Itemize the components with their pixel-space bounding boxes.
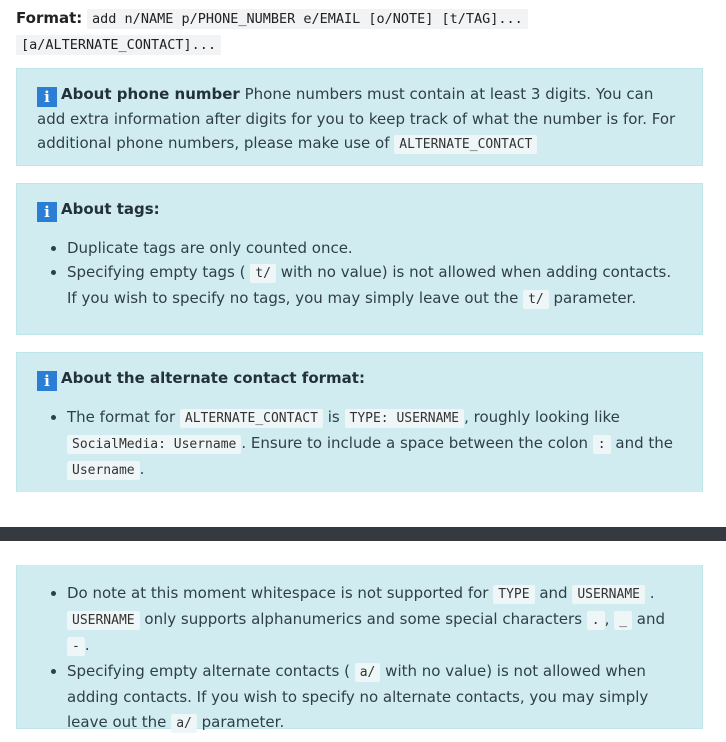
info-icon: i bbox=[37, 87, 57, 107]
command-format: Format: add n/NAME p/PHONE_NUMBER e/EMAI… bbox=[16, 6, 716, 58]
list-item: Duplicate tags are only counted once. bbox=[67, 236, 682, 260]
list-item: Specifying empty alternate contacts ( a/… bbox=[67, 659, 682, 736]
format-code-line1: add n/NAME p/PHONE_NUMBER e/EMAIL [o/NOT… bbox=[87, 9, 528, 29]
phone-info-code: ALTERNATE_CONTACT bbox=[394, 135, 538, 154]
tags-info-box: iAbout tags: Duplicate tags are only cou… bbox=[16, 183, 703, 335]
phone-info-title: About phone number bbox=[61, 85, 240, 103]
alt-contact-info-list-continued: Do note at this moment whitespace is not… bbox=[37, 581, 682, 736]
phone-info-box: i About phone number Phone numbers must c… bbox=[16, 68, 703, 166]
alt-contact-info-box: iAbout the alternate contact format: The… bbox=[16, 352, 703, 492]
list-item: Do note at this moment whitespace is not… bbox=[67, 581, 682, 659]
list-item: The format for ALTERNATE_CONTACT is TYPE… bbox=[67, 405, 682, 483]
format-code-line2: [a/ALTERNATE_CONTACT]... bbox=[16, 35, 222, 55]
alt-contact-info-box-continued: Do note at this moment whitespace is not… bbox=[16, 565, 703, 733]
page-divider bbox=[0, 527, 726, 541]
info-icon: i bbox=[37, 371, 57, 391]
info-icon: i bbox=[37, 202, 57, 222]
list-item: Specifying empty tags ( t/ with no value… bbox=[67, 260, 682, 312]
format-label: Format: bbox=[16, 9, 83, 27]
alt-contact-info-title: About the alternate contact format: bbox=[61, 369, 365, 387]
tags-info-title: About tags: bbox=[61, 200, 160, 218]
alt-contact-info-list: The format for ALTERNATE_CONTACT is TYPE… bbox=[37, 405, 682, 483]
tags-info-list: Duplicate tags are only counted once. Sp… bbox=[37, 236, 682, 312]
